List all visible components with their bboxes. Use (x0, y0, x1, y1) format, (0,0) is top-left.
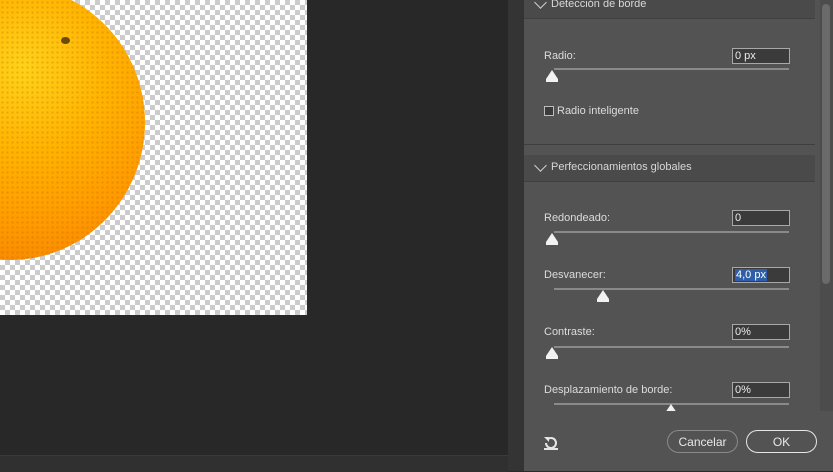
contrast-label: Contraste: (544, 326, 595, 338)
section-divider (524, 144, 815, 145)
smart-radius-checkbox[interactable] (544, 106, 554, 116)
radius-slider-track[interactable] (554, 68, 789, 70)
shift-edge-field[interactable]: 0% (732, 382, 790, 398)
feather-label: Desvanecer: (544, 269, 606, 281)
smooth-field[interactable]: 0 (732, 210, 790, 226)
contrast-slider-track[interactable] (554, 346, 789, 348)
feather-field[interactable]: 4,0 px (732, 267, 790, 283)
orange-stem (61, 37, 70, 44)
panel-scrollbar[interactable] (820, 0, 833, 411)
cancel-button[interactable]: Cancelar (667, 430, 738, 453)
canvas-bottom-bar (0, 455, 508, 472)
radius-field[interactable]: 0 px (732, 48, 790, 64)
contrast-slider-handle[interactable] (546, 347, 558, 359)
smart-radius-label: Radio inteligente (557, 105, 639, 117)
panel-scroll-thumb[interactable] (822, 4, 830, 284)
contrast-field[interactable]: 0% (732, 324, 790, 340)
orange-texture (0, 0, 145, 260)
shift-edge-label: Desplazamiento de borde: (544, 384, 673, 396)
panel-gutter (508, 0, 524, 471)
ok-button[interactable]: OK (746, 430, 817, 453)
section-header-global-refinements[interactable]: Perfeccionamientos globales (524, 155, 815, 182)
transparent-canvas[interactable] (0, 0, 307, 315)
smooth-slider-track[interactable] (554, 231, 789, 233)
orange-image (0, 0, 145, 260)
reset-icon[interactable] (542, 434, 560, 452)
feather-slider-track[interactable] (554, 288, 789, 290)
properties-panel: Detección de borde Radio: 0 px Radio int… (524, 0, 833, 471)
section-header-edge-detection[interactable]: Detección de borde (524, 0, 815, 19)
section-title: Perfeccionamientos globales (551, 161, 692, 173)
section-title: Detección de borde (551, 0, 647, 10)
chevron-down-icon (534, 159, 547, 172)
smooth-slider-handle[interactable] (546, 233, 558, 245)
panel-footer: Cancelar OK (524, 411, 833, 471)
feather-slider-handle[interactable] (597, 290, 609, 302)
radius-label: Radio: (544, 50, 576, 62)
chevron-down-icon (534, 0, 547, 9)
radius-slider-handle[interactable] (546, 70, 558, 82)
canvas-area[interactable] (0, 0, 508, 472)
feather-value-selected: 4,0 px (735, 269, 767, 281)
smooth-label: Redondeado: (544, 212, 611, 224)
